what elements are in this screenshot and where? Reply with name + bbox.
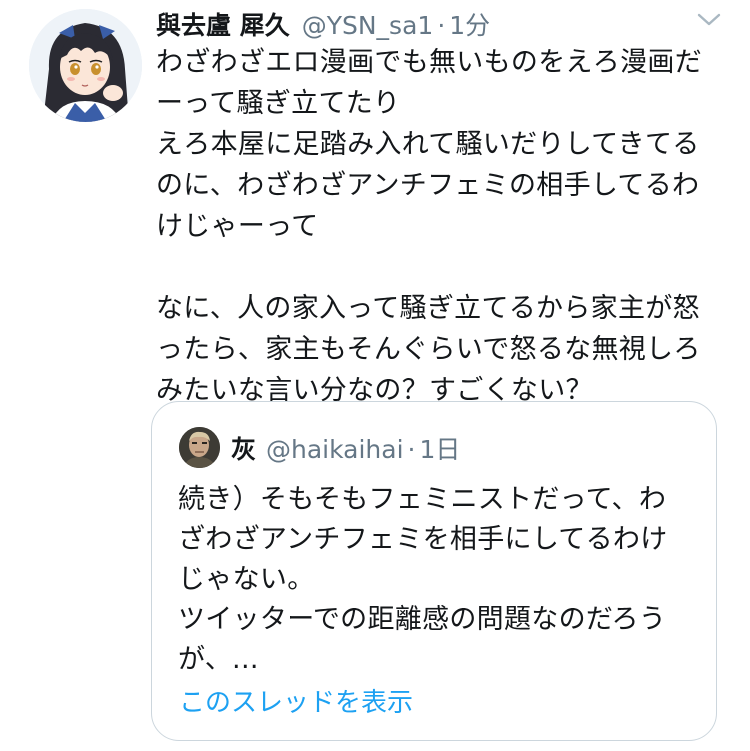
quoted-text-line: 続き）そもそもフェミニストだって、わ (178, 484, 667, 515)
tweet-text-line: えろ本屋に足踏み入れて騒いだりしてきてる (156, 129, 700, 160)
header-separator: · (437, 11, 446, 40)
man-portrait-avatar-icon (179, 427, 220, 468)
quoted-tweet-text: 続き）そもそもフェミニストだって、わ ざわざアンチフェミを相手にしてるわけ じゃ… (178, 480, 698, 680)
quoted-tweet-header: 灰 @haikaihai · 1日 (231, 430, 460, 466)
author-display-name[interactable]: 與去盧 犀久 (156, 6, 290, 42)
quoted-text-line: が、... (178, 644, 259, 675)
quoted-author-display-name[interactable]: 灰 (231, 430, 256, 466)
tweet-menu-button[interactable] (696, 12, 722, 28)
tweet[interactable]: 與去盧 犀久 @YSN_sa1 · 1分 わざわざエロ漫画でも無いものをえろ漫画… (0, 0, 750, 751)
quoted-header-separator: · (407, 435, 416, 464)
quoted-text-line: ツイッターでの距離感の問題なのだろう (178, 604, 667, 635)
quoted-author-avatar[interactable] (179, 427, 220, 468)
tweet-text-line: わざわざエロ漫画でも無いものをえろ漫画だ (156, 47, 702, 78)
author-handle[interactable]: @YSN_sa1 (302, 11, 434, 40)
tweet-time[interactable]: 1分 (449, 6, 490, 42)
quoted-tweet-time[interactable]: 1日 (420, 430, 461, 466)
show-thread-link[interactable]: このスレッドを表示 (179, 682, 413, 719)
tweet-text-line: けじゃーって (156, 211, 319, 242)
tweet-text-line: ったら、家主もそんぐらいで怒るな無視しろ (156, 334, 701, 365)
tweet-text-line (156, 247, 721, 288)
tweet-text: わざわざエロ漫画でも無いものをえろ漫画だ ーって騒ぎ立てたり えろ本屋に足踏み入… (156, 42, 721, 411)
quoted-tweet-card[interactable]: 灰 @haikaihai · 1日 続き）そもそもフェミニストだって、わ ざわざ… (151, 401, 717, 741)
chevron-down-icon (697, 13, 721, 26)
author-avatar[interactable] (29, 9, 142, 122)
tweet-header: 與去盧 犀久 @YSN_sa1 · 1分 (156, 6, 490, 42)
tweet-text-line: ーって騒ぎ立てたり (156, 88, 401, 119)
anime-girl-avatar-icon (29, 9, 142, 122)
quoted-author-handle[interactable]: @haikaihai (266, 435, 404, 464)
tweet-text-line: のに、わざわざアンチフェミの相手してるわ (156, 170, 700, 201)
quoted-text-line: ざわざアンチフェミを相手にしてるわけ (178, 524, 668, 555)
quoted-text-line: じゃない。 (178, 564, 315, 595)
tweet-text-line: なに、人の家入って騒ぎ立てるから家主が怒 (156, 293, 700, 324)
